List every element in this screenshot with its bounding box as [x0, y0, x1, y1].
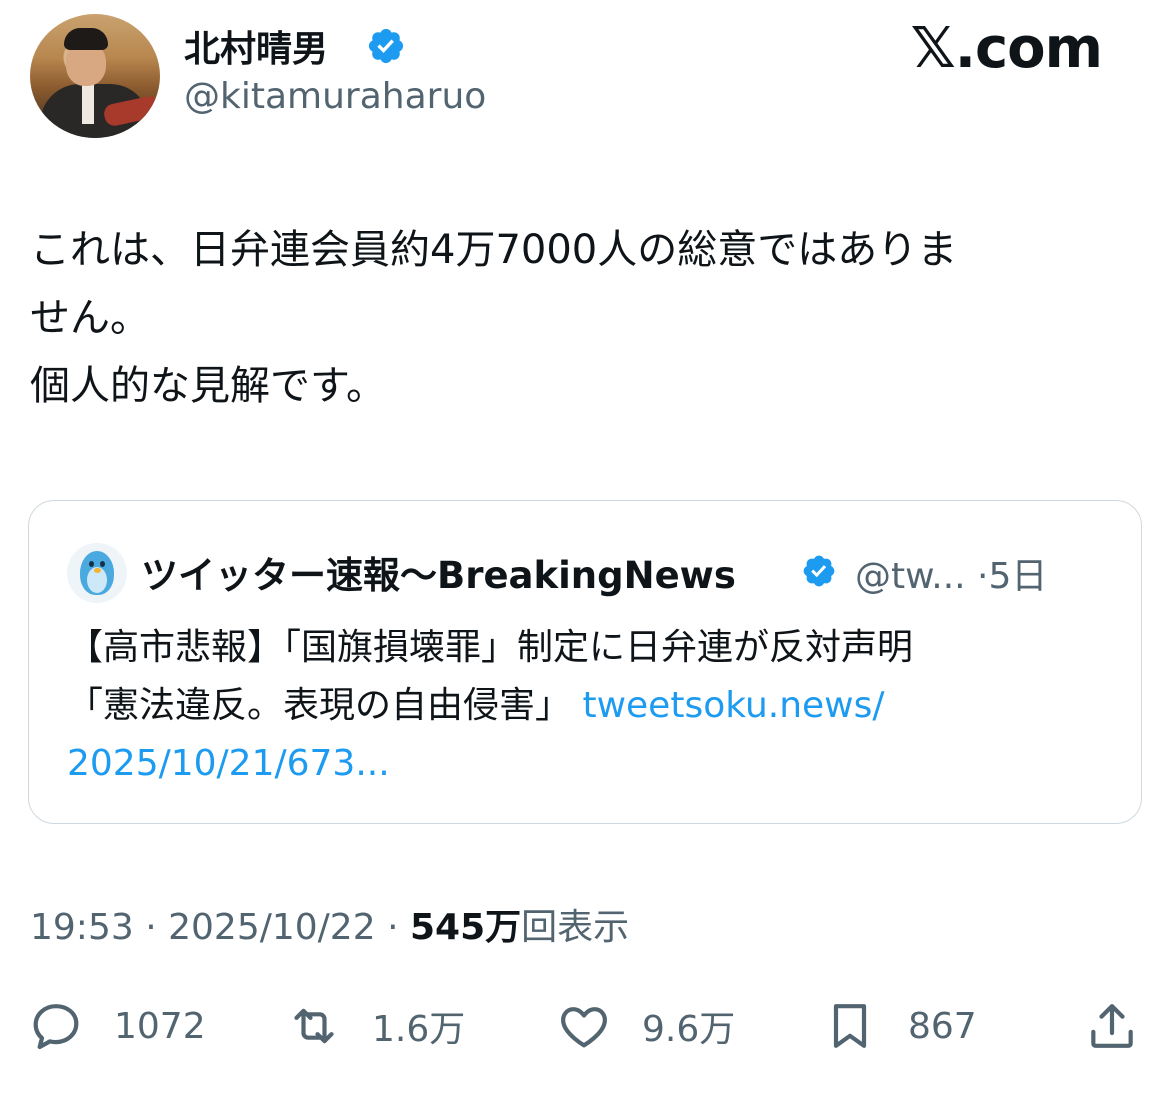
heart-icon	[561, 1007, 607, 1048]
quoted-avatar[interactable]	[67, 543, 127, 603]
quoted-text-span: 「憲法違反。表現の自由侵害」	[67, 685, 572, 726]
quoted-time[interactable]: 5日	[989, 556, 1048, 597]
quoted-link-continued[interactable]: 2025/10/21/673...	[67, 735, 1107, 793]
tweet-line: 個人的な見解です。	[30, 363, 386, 409]
views-count: 545万	[409, 907, 522, 948]
quoted-meta: @tw... ·5日	[855, 547, 1047, 599]
bookmark-icon	[833, 1004, 867, 1048]
repost-icon	[294, 1008, 334, 1044]
avatar-shirt	[82, 84, 94, 124]
author-name[interactable]: 北村晴男	[184, 20, 328, 72]
views-label: 回表示	[521, 907, 630, 948]
bird-beak	[94, 568, 101, 573]
tweet-text: これは、日弁連会員約4万7000人の総意ではありま せん。 個人的な見解です。	[30, 216, 1150, 420]
quoted-author-name[interactable]: ツイッター速報〜BreakingNews	[141, 545, 736, 599]
author-handle[interactable]: @kitamuraharuo	[184, 76, 486, 117]
avatar-hair	[64, 28, 108, 50]
repost-button[interactable]: 1.6万	[286, 994, 465, 1058]
share-icon	[1091, 1004, 1133, 1048]
like-button[interactable]: 9.6万	[556, 994, 735, 1058]
quoted-tweet-card[interactable]: ツイッター速報〜BreakingNews @tw... ·5日 【高市悲報】「国…	[28, 500, 1142, 824]
bird-eye	[100, 561, 105, 567]
quoted-handle[interactable]: @tw...	[855, 556, 966, 597]
tweet-meta: 19:53 · 2025/10/22 · 545万回表示	[30, 898, 629, 950]
bookmark-button[interactable]: 867	[822, 994, 977, 1058]
like-count: 9.6万	[642, 1009, 736, 1050]
separator: ·	[977, 556, 989, 597]
verified-badge-icon	[368, 28, 404, 64]
tweet-line: これは、日弁連会員約4万7000人の総意ではありま	[30, 227, 958, 273]
quoted-text: 【高市悲報】「国旗損壊罪」制定に日弁連が反対声明 「憲法違反。表現の自由侵害」 …	[67, 619, 1107, 793]
quoted-link[interactable]: tweetsoku.news/	[582, 685, 884, 726]
separator: ·	[387, 907, 399, 948]
tweet-time[interactable]: 19:53	[30, 907, 134, 948]
author-avatar[interactable]	[30, 14, 160, 138]
tweet-date[interactable]: 2025/10/22	[168, 907, 376, 948]
x-logo: 𝕏.com	[910, 16, 1103, 81]
share-button[interactable]	[1084, 994, 1140, 1058]
repost-count: 1.6万	[372, 1009, 466, 1050]
bird-eye	[89, 561, 94, 567]
separator: ·	[145, 907, 157, 948]
tweet-line: せん。	[30, 295, 150, 341]
reply-icon	[33, 1004, 79, 1050]
quoted-text-line: 【高市悲報】「国旗損壊罪」制定に日弁連が反対声明	[67, 627, 914, 668]
quoted-text-line: 「憲法違反。表現の自由侵害」 tweetsoku.news/	[67, 677, 1107, 735]
reply-button[interactable]: 1072	[28, 994, 206, 1058]
reply-count: 1072	[114, 1005, 206, 1047]
action-bar: 1072 1.6万 9.6万 867	[28, 994, 1142, 1058]
bookmark-count: 867	[908, 1005, 977, 1047]
verified-badge-icon	[803, 555, 835, 587]
